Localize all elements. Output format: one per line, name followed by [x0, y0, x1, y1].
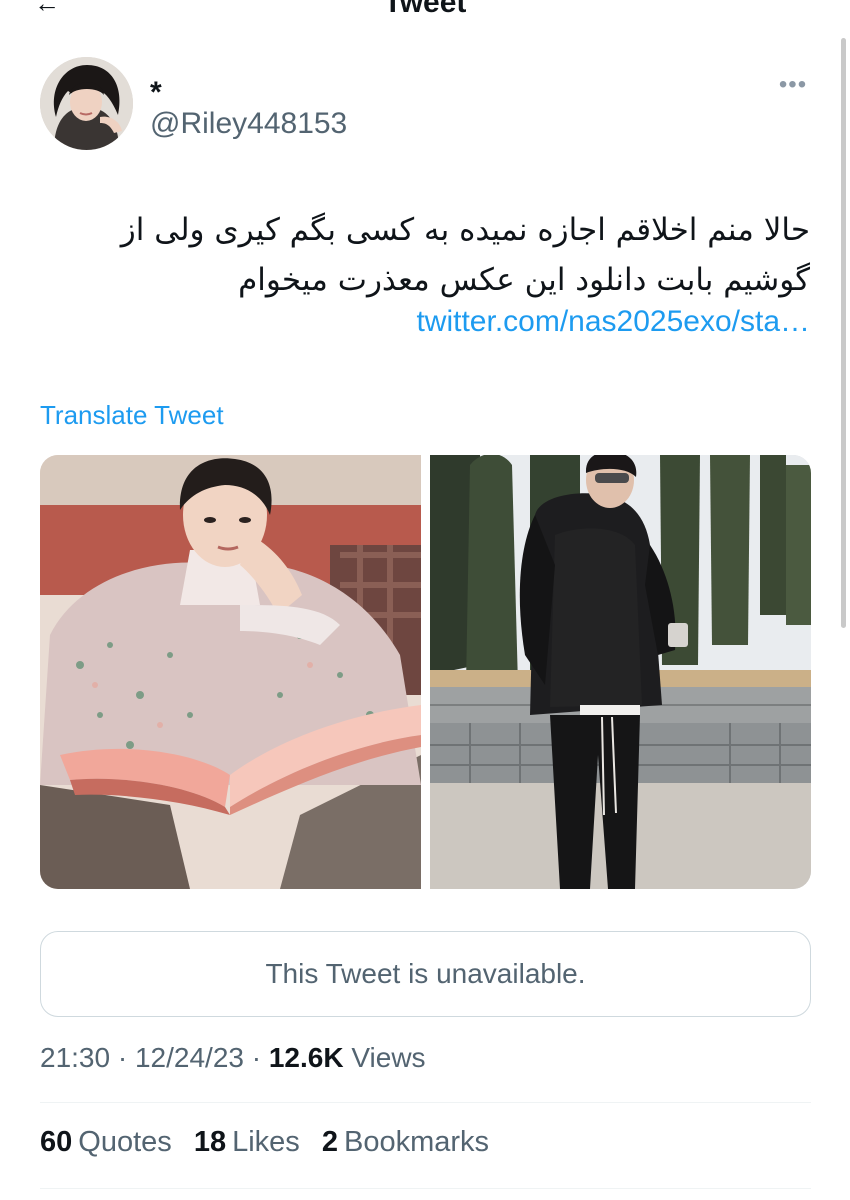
- meta-separator: ·: [117, 1042, 128, 1073]
- bookmarks-count: 2: [321, 1126, 338, 1158]
- tweet-text-line: حالا منم اخلاقم اجازه نمیده به کسی بگم ک…: [120, 212, 810, 248]
- divider: [40, 1188, 811, 1189]
- divider: [40, 1102, 811, 1103]
- likes-count: 18: [193, 1126, 227, 1158]
- bookmarks-stat[interactable]: 2 Bookmarks: [322, 1126, 489, 1158]
- profile-photo: [40, 57, 133, 150]
- tweet-text-line: گوشیم بابت دانلود این عکس معذرت میخوام: [238, 262, 810, 298]
- views-count[interactable]: 12.6K: [269, 1042, 344, 1073]
- tweet-text: حالا منم اخلاقم اجازه نمیده به کسی بگم ک…: [40, 205, 810, 305]
- display-name[interactable]: *: [150, 76, 162, 110]
- tweet-time[interactable]: 21:30: [40, 1042, 110, 1073]
- scrollbar[interactable]: [841, 38, 846, 628]
- likes-stat[interactable]: 18 Likes: [194, 1126, 300, 1158]
- photo-man-reading-book: [40, 455, 421, 889]
- translate-tweet-link[interactable]: Translate Tweet: [40, 400, 224, 431]
- quotes-count: 60: [40, 1126, 73, 1158]
- media-grid: [40, 455, 811, 889]
- more-horizontal-icon[interactable]: •••: [776, 70, 810, 100]
- page-title: Tweet: [383, 0, 467, 19]
- tweet-meta: 21:30 · 12/24/23 · 12.6K Views: [40, 1042, 426, 1074]
- quotes-stat[interactable]: 60 Quotes: [40, 1126, 172, 1158]
- meta-separator: ·: [251, 1042, 262, 1073]
- tweet-link[interactable]: twitter.com/nas2025exo/sta…: [40, 305, 810, 339]
- likes-label: Likes: [232, 1126, 300, 1158]
- bookmarks-label: Bookmarks: [344, 1126, 490, 1158]
- tweet-date[interactable]: 12/24/23: [135, 1042, 244, 1073]
- quoted-tweet-card[interactable]: This Tweet is unavailable.: [40, 931, 811, 1017]
- engagement-stats: 60 Quotes 18 Likes 2 Bookmarks: [40, 1126, 503, 1159]
- tweet-link-text[interactable]: twitter.com/nas2025exo/sta…: [416, 305, 810, 338]
- unavailable-message: This Tweet is unavailable.: [265, 958, 586, 989]
- views-label[interactable]: Views: [351, 1042, 425, 1073]
- avatar[interactable]: [40, 57, 133, 150]
- quotes-label: Quotes: [78, 1126, 172, 1158]
- user-handle[interactable]: @Riley448153: [150, 107, 347, 141]
- photo-man-in-leather-jacket: [430, 455, 811, 889]
- top-bar: ← Tweet: [0, 0, 850, 20]
- tweet-photo-1[interactable]: [40, 455, 421, 889]
- tweet-photo-2[interactable]: [430, 455, 811, 889]
